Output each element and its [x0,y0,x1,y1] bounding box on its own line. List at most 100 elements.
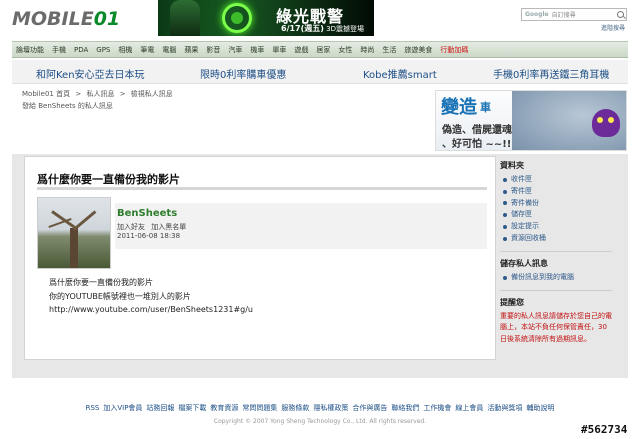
add-friend-link[interactable]: 加入好友 [117,223,145,231]
advanced-search-link[interactable]: 進階搜尋 [601,23,625,32]
monster-icon [592,109,620,137]
avatar-branch [73,210,97,231]
nav-item[interactable]: 機車 [250,45,264,55]
nav-item[interactable]: 蘋果 [184,45,198,55]
sidebar-item-label: 寄件匣 [511,186,532,195]
message-body-line-2: 你的YOUTUBE帳號裡也一堆別人的影片 [49,292,191,301]
nav-item[interactable]: 居家 [316,45,330,55]
folders-list: 收件匣寄件匣寄件備份儲存匣設定提示資源回收桶 [503,174,612,245]
bullet-icon [503,189,507,194]
bullet-icon [503,236,507,241]
nav-item[interactable]: 影音 [206,45,220,55]
pm-sidebar: 資料夾 收件匣寄件匣寄件備份儲存匣設定提示資源回收桶 儲存私人訊息 備份訊息到我… [500,160,612,345]
nav-item[interactable]: 相機 [118,45,132,55]
warning-text: 重要的私人訊息請儲存於您自己的電腦上，本站不負任何保管責任，30日後系統清除所有… [500,311,612,343]
save-heading: 儲存私人訊息 [500,258,548,268]
nav-item[interactable]: 汽車 [228,45,242,55]
search-input[interactable]: Google 自訂搜尋 [521,8,627,21]
message-date: 2011-06-08 18:38 [117,232,181,240]
site-logo[interactable]: MOBILE01 [12,6,120,32]
promo-link-2[interactable]: 限時0利率購車優惠 [200,66,286,81]
folders-heading: 資料夾 [500,161,524,170]
avatar[interactable] [37,197,111,269]
bullet-icon [503,225,507,230]
image-watermark: #562734 [581,423,628,436]
title-divider [37,187,487,190]
sidebar-item-label: 寄件備份 [511,198,539,207]
message-panel: 爲什麼你要一直備份我的影片 BenSheets 加入好友 加入黑名單 2011-… [24,156,496,360]
search-brand: Google [525,11,549,18]
nav-item[interactable]: 電腦 [162,45,176,55]
footer-link[interactable]: 站務回報 [146,404,174,412]
footer-link[interactable]: 輔助說明 [526,404,554,412]
footer-link[interactable]: 常問問題集 [242,404,277,412]
search-placeholder: 自訂搜尋 [551,12,576,19]
footer-link[interactable]: 隱私權政策 [313,404,348,412]
sender-info: BenSheets 加入好友 加入黑名單 2011-06-08 18:38 [115,203,487,249]
breadcrumb-home[interactable]: Mobile01 首頁 [22,90,70,98]
logo-text: MOBILE01 [12,8,121,30]
bullet-icon [503,177,507,182]
footer-link[interactable]: 線上會員 [455,404,483,412]
bullet-icon [503,275,507,280]
sidebar-item[interactable]: 收件匣 [503,174,612,186]
nav-item[interactable]: 論壇功能 [16,45,44,55]
footer-link[interactable]: 聯絡我們 [391,404,419,412]
search-icon[interactable] [617,11,624,18]
sidebar-item[interactable]: 資源回收桶 [503,233,612,245]
warning-heading: 提醒您 [500,297,524,307]
footer-link[interactable]: 教育資源 [210,404,238,412]
sidebar-item-label: 儲存匣 [511,210,532,219]
nav-item[interactable]: 單車 [272,45,286,55]
promo-link-3[interactable]: Kobe推薦smart [363,66,437,81]
ad-text-panel: 變造 車 偽造、借屍還魂 、好可怕 ~~!! [436,91,512,150]
sidebar-item[interactable]: 寄件備份 [503,198,612,210]
breadcrumb-pm[interactable]: 私人訊息 [86,90,114,98]
sidebar-divider [500,289,612,291]
sidebar-item-label: 設定提示 [511,222,539,231]
nav-item[interactable]: 手機 [52,45,66,55]
nav-item[interactable]: 女性 [338,45,352,55]
nav-item[interactable]: 行動加碼 [440,45,468,55]
footer-link[interactable]: 服務條款 [281,404,309,412]
promo-bar: 和阿Ken安心亞去日本玩 限時0利率購車優惠 Kobe推薦smart 手機0利率… [12,60,628,84]
avatar-tree-trunk [70,228,78,268]
nav-item[interactable]: 時尚 [360,45,374,55]
sidebar-item-label: 收件匣 [511,175,532,183]
message-body-link[interactable]: http://www.youtube.com/user/BenSheets123… [49,305,253,314]
promo-link-4[interactable]: 手機0利率再送鐵三角耳機 [493,66,609,81]
nav-item[interactable]: 遊戲 [294,45,308,55]
sidebar-item[interactable]: 寄件匣 [503,186,612,198]
nav-item[interactable]: 生活 [382,45,396,55]
footer-link[interactable]: 活動與獎項 [487,404,522,412]
breadcrumb-current: 檢視私人訊息 [130,90,173,98]
banner-subtitle: 6/17(週五) 3D震撼登場 [281,24,365,33]
ad-headline: 變造 [441,97,477,118]
footer-links: RSS 加入VIP會員 站務回報 檔案下載 教育資源 常問問題集 服務條款 隱私權政策 合作與廣… [0,403,640,413]
nav-item[interactable]: PDA [74,46,88,54]
sidebar-item[interactable]: 備份訊息到我的電腦 [503,272,612,284]
breadcrumb-sep: > [119,90,126,98]
page-subtitle: 發給 BenSheets 的私人訊息 [22,102,113,110]
sidebar-item[interactable]: 儲存匣 [503,209,612,221]
side-ad[interactable]: 變造 車 偽造、借屍還魂 、好可怕 ~~!! [435,90,627,151]
nav-item[interactable]: 筆電 [140,45,154,55]
promo-link-1[interactable]: 和阿Ken安心亞去日本玩 [36,66,145,81]
sender-actions: 加入好友 加入黑名單 [117,222,190,232]
nav-item[interactable]: GPS [96,46,110,54]
footer-link[interactable]: RSS [86,404,100,412]
copyright: Copyright © 2007 Yong Sheng Technology C… [213,418,427,425]
lantern-emblem-icon [222,3,252,33]
save-list: 備份訊息到我的電腦 [503,272,612,284]
footer-link[interactable]: 加入VIP會員 [103,404,142,412]
footer-link[interactable]: 合作與廣告 [352,404,387,412]
sender-name[interactable]: BenSheets [117,208,177,219]
add-blacklist-link[interactable]: 加入黑名單 [151,223,186,231]
sidebar-divider [500,250,612,252]
bullet-icon [503,201,507,206]
sidebar-item[interactable]: 設定提示 [503,221,612,233]
footer-link[interactable]: 工作機會 [423,404,451,412]
nav-item[interactable]: 旅遊美食 [404,45,432,55]
movie-banner-ad[interactable]: 綠光戰警 6/17(週五) 3D震撼登場 [158,0,374,36]
footer-link[interactable]: 檔案下載 [178,404,206,412]
